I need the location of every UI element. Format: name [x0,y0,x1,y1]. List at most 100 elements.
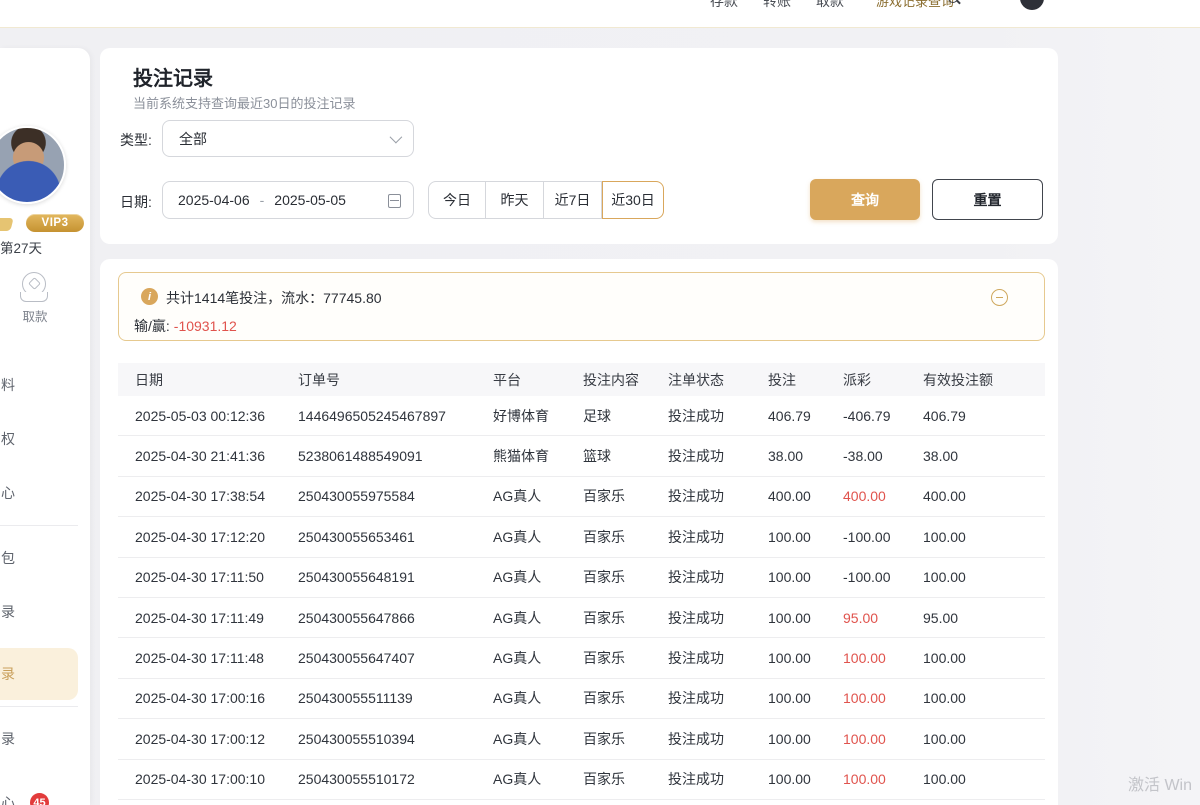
page-background: 存款 转账 取款 游戏记录查询 VIP3 第27天 取款 料权心包录录录心45 … [0,0,1200,805]
withdraw-icon [18,272,52,304]
cell-status: 投注成功 [668,688,768,708]
cell-bet: 100.00 [768,610,843,626]
sidebar-item[interactable]: 包 [0,531,90,585]
search-button[interactable]: 查询 [810,179,920,220]
nav-item-withdraw[interactable]: 取款 [816,0,844,11]
table-row: 2025-04-30 17:00:16250430055511139AG真人百家… [118,679,1045,719]
cell-bet: 100.00 [768,771,843,787]
column-header: 注单状态 [668,370,768,390]
sidebar-item[interactable]: 心 45 [0,776,90,805]
cell-content: 足球 [583,406,668,426]
cell-platform: 好博体育 [493,406,583,426]
winloss-label: 输/赢: [134,318,170,334]
column-header: 日期 [118,370,298,390]
sidebar-item-label: 心 [1,793,15,805]
cell-payout: -100.00 [843,529,923,545]
date-start: 2025-04-06 [178,192,250,208]
cell-status: 投注成功 [668,648,768,668]
cell-valid: 38.00 [923,448,1025,464]
cell-status: 投注成功 [668,486,768,506]
column-header: 有效投注额 [923,370,1025,390]
vip-badge: VIP3 [26,214,84,232]
reset-button[interactable]: 重置 [932,179,1043,220]
sidebar-item-label: 包 [1,548,15,568]
info-icon: i [141,288,158,305]
cell-platform: AG真人 [493,567,583,587]
cell-valid: 100.00 [923,771,1025,787]
cell-date: 2025-04-30 17:12:20 [118,529,298,545]
search-icon[interactable] [948,0,960,5]
cell-payout: 100.00 [843,690,923,706]
cell-content: 篮球 [583,446,668,466]
cell-date: 2025-04-30 17:00:12 [118,731,298,747]
sidebar-withdraw-shortcut[interactable]: 取款 [0,272,70,325]
nav-item-deposit[interactable]: 存款 [710,0,738,11]
sidebar-divider [0,525,78,526]
cell-valid: 100.00 [923,731,1025,747]
cell-status: 投注成功 [668,729,768,749]
cell-status: 投注成功 [668,769,768,789]
cell-date: 2025-04-30 17:11:48 [118,650,298,666]
sidebar-item-label: 料 [1,375,15,395]
chevron-down-icon [390,131,403,144]
cell-date: 2025-04-30 17:11:49 [118,610,298,626]
quick-range-近30日[interactable]: 近30日 [602,181,664,219]
sidebar-item-label: 权 [1,429,15,449]
cell-payout: -38.00 [843,448,923,464]
sidebar-item-label: 录 [1,602,15,622]
sidebar-item[interactable]: 录 [0,585,90,639]
cell-bet: 406.79 [768,408,843,424]
table-row: 2025-04-30 17:11:50250430055648191AG真人百家… [118,558,1045,598]
notification-badge: 45 [30,793,49,805]
quick-range-昨天[interactable]: 昨天 [486,181,544,219]
column-header: 平台 [493,370,583,390]
calendar-icon[interactable] [388,194,401,208]
navbar-avatar[interactable] [1020,0,1044,10]
cell-content: 百家乐 [583,527,668,547]
quick-range-今日[interactable]: 今日 [428,181,486,219]
cell-order: 250430055647407 [298,650,493,666]
cell-content: 百家乐 [583,648,668,668]
cell-order: 250430055975584 [298,488,493,504]
table-body: 2025-05-03 00:12:361446496505245467897好博… [118,396,1045,800]
nav-item-transfer[interactable]: 转账 [763,0,791,11]
cell-status: 投注成功 [668,527,768,547]
collapse-icon[interactable] [991,289,1008,306]
cell-order: 5238061488549091 [298,448,493,464]
quick-range-近7日[interactable]: 近7日 [544,181,602,219]
sidebar-menu: 料权心包录录录心45 [0,358,90,805]
cell-bet: 38.00 [768,448,843,464]
type-select[interactable]: 全部 [162,120,414,157]
table-row: 2025-05-03 00:12:361446496505245467897好博… [118,396,1045,436]
cell-platform: AG真人 [493,486,583,506]
cell-payout: -100.00 [843,569,923,585]
cell-content: 百家乐 [583,567,668,587]
sidebar-item-label: 录 [1,729,15,749]
nav-item-record-tool[interactable]: 游戏记录查询 [876,0,954,10]
date-label: 日期: [120,192,152,212]
cell-payout: 100.00 [843,650,923,666]
date-range-picker[interactable]: 2025-04-06 - 2025-05-05 [162,181,414,219]
cell-order: 250430055510172 [298,771,493,787]
cell-bet: 400.00 [768,488,843,504]
cell-status: 投注成功 [668,567,768,587]
cell-payout: -406.79 [843,408,923,424]
cell-content: 百家乐 [583,729,668,749]
cell-date: 2025-04-30 17:00:16 [118,690,298,706]
cell-platform: AG真人 [493,648,583,668]
summary-banner: i 共计1414笔投注，流水：77745.80 输/赢:-10931.12 [118,272,1045,341]
table-row: 2025-04-30 17:00:12250430055510394AG真人百家… [118,719,1045,759]
sidebar-item-label: 心 [1,483,15,503]
sidebar-item[interactable]: 心 [0,466,90,520]
sidebar-item[interactable]: 料 [0,358,90,412]
cell-platform: AG真人 [493,688,583,708]
cell-order: 1446496505245467897 [298,408,493,424]
sidebar-item[interactable]: 权 [0,412,90,466]
table-row: 2025-04-30 17:38:54250430055975584AG真人百家… [118,477,1045,517]
vip-wing-decoration [0,218,14,231]
cell-valid: 95.00 [923,610,1025,626]
sidebar-item[interactable]: 录 [0,712,90,766]
sidebar-item[interactable]: 录 [0,647,90,701]
cell-order: 250430055647866 [298,610,493,626]
user-avatar[interactable] [0,126,66,204]
